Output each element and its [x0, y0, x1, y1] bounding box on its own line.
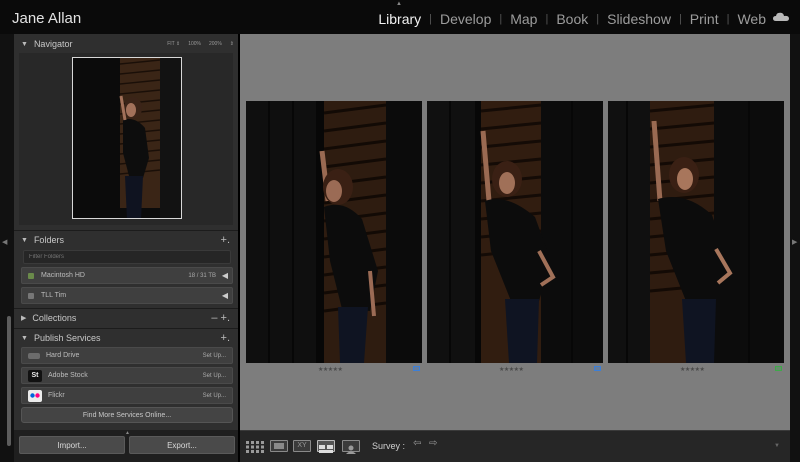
navigator-header[interactable]: ▼ Navigator FIT ⇕ 100% 200% ⇕	[14, 34, 238, 54]
compare-view-icon[interactable]: XY	[293, 440, 311, 452]
module-book[interactable]: Book	[556, 11, 588, 27]
previous-photo-icon[interactable]: ⇦	[413, 438, 421, 449]
module-print[interactable]: Print	[690, 11, 719, 27]
left-panel-edge: ◀	[0, 34, 14, 462]
publish-service-row[interactable]: Flickr Set Up...	[21, 387, 233, 404]
left-panel: ▼ Navigator FIT ⇕ 100% 200% ⇕ ▼ Folders …	[14, 34, 238, 462]
photo-candidate[interactable]	[427, 101, 603, 363]
find-more-services-button[interactable]: Find More Services Online...	[21, 407, 233, 423]
export-button[interactable]: Export...	[129, 436, 235, 454]
folders-header[interactable]: ▼ Folders +.	[14, 230, 238, 250]
volume-row[interactable]: Macintosh HD 18 / 31 TB ◀	[21, 267, 233, 284]
right-panel-edge: ▶	[790, 34, 800, 462]
view-mode-label: Survey :	[372, 441, 406, 451]
grid-view-icon[interactable]	[246, 440, 264, 453]
service-setup-link[interactable]: Set Up...	[203, 393, 226, 399]
loupe-view-icon[interactable]	[270, 440, 288, 452]
disclosure-down-icon: ▼	[21, 40, 28, 48]
publish-services-title: Publish Services	[33, 333, 101, 343]
star-rating[interactable]: ★★★★★	[680, 366, 705, 373]
volume-collapse-icon[interactable]: ◀	[222, 291, 228, 300]
navigator-zoom-options: FIT ⇕ 100% 200% ⇕	[167, 41, 234, 47]
folder-filter-input[interactable]	[23, 250, 231, 264]
disclosure-down-icon: ▼	[21, 334, 28, 342]
zoom-200[interactable]: 200%	[209, 41, 222, 47]
star-rating[interactable]: ★★★★★	[318, 366, 343, 373]
next-photo-icon[interactable]: ⇨	[429, 438, 437, 449]
top-bar: Jane Allan ▲ Library | Develop | Map | Book | Sl…	[0, 0, 800, 34]
module-slideshow[interactable]: Slideshow	[607, 11, 671, 27]
left-panel-collapse-icon[interactable]: ◀	[2, 238, 7, 246]
import-button[interactable]: Import...	[19, 436, 125, 454]
zoom-fit[interactable]: FIT ⇕	[167, 41, 180, 47]
cloud-sync-icon[interactable]	[773, 12, 789, 21]
photo-candidate[interactable]	[246, 101, 422, 363]
bottom-panel-toggle-icon[interactable]: ▲	[125, 430, 130, 436]
module-separator: |	[429, 13, 432, 25]
navigator-preview-image[interactable]	[72, 57, 182, 219]
module-library[interactable]: Library	[378, 11, 421, 27]
service-setup-link[interactable]: Set Up...	[203, 353, 226, 359]
publish-service-row[interactable]: St Adobe Stock Set Up...	[21, 367, 233, 384]
color-label-icon[interactable]	[413, 366, 420, 371]
add-publish-service-button[interactable]: +.	[221, 332, 230, 344]
volume-row[interactable]: TLL Tim ◀	[21, 287, 233, 304]
volume-status-icon	[28, 292, 34, 299]
folders-title: Folders	[33, 235, 64, 245]
collections-controls[interactable]: – +.	[211, 312, 230, 324]
right-panel-expand-icon[interactable]: ▶	[792, 238, 797, 246]
volume-info: 18 / 31 TB	[188, 272, 216, 279]
volume-status-icon	[28, 272, 34, 279]
module-map[interactable]: Map	[510, 11, 537, 27]
flickr-icon	[28, 389, 42, 402]
photo-candidate[interactable]	[608, 101, 784, 363]
publish-service-row[interactable]: Hard Drive Set Up...	[21, 347, 233, 364]
people-view-icon[interactable]	[342, 440, 360, 454]
module-picker: Library | Develop | Map | Book | Slideshow | Print…	[378, 11, 766, 27]
volume-name: Macintosh HD	[41, 272, 85, 279]
volume-collapse-icon[interactable]: ◀	[222, 271, 228, 280]
zoom-100[interactable]: 100%	[188, 41, 201, 47]
collections-header[interactable]: ▶ Collections – +.	[14, 308, 238, 328]
volume-name: TLL Tim	[41, 292, 67, 299]
publish-services-header[interactable]: ▼ Publish Services +.	[14, 328, 238, 348]
adobe-stock-icon: St	[28, 369, 42, 382]
collections-title: Collections	[32, 313, 77, 323]
navigator-title: Navigator	[33, 39, 73, 49]
service-name: Adobe Stock	[48, 372, 88, 379]
color-label-icon[interactable]	[594, 366, 601, 371]
module-web[interactable]: Web	[737, 11, 766, 27]
service-setup-link[interactable]: Set Up...	[203, 373, 226, 379]
service-name: Hard Drive	[46, 352, 80, 359]
module-separator: |	[596, 13, 600, 25]
zoom-more[interactable]: ⇕	[230, 41, 234, 47]
module-develop[interactable]: Develop	[440, 11, 491, 27]
disclosure-down-icon: ▼	[21, 236, 28, 244]
survey-view-icon[interactable]	[317, 440, 335, 453]
star-rating[interactable]: ★★★★★	[499, 366, 524, 373]
toolbar-menu-icon[interactable]: ▼	[774, 443, 780, 449]
module-separator: |	[678, 13, 682, 25]
identity-plate[interactable]: Jane Allan	[12, 10, 81, 27]
disclosure-right-icon: ▶	[21, 315, 27, 322]
service-name: Flickr	[48, 392, 65, 399]
hard-drive-icon	[28, 352, 40, 359]
top-panel-toggle-icon[interactable]: ▲	[396, 1, 402, 7]
module-separator: |	[499, 13, 503, 25]
add-folder-button[interactable]: +.	[221, 234, 230, 246]
left-panel-scrollbar[interactable]	[7, 316, 11, 446]
color-label-icon[interactable]	[775, 366, 782, 371]
module-separator: |	[726, 13, 730, 25]
module-separator: |	[545, 13, 549, 25]
